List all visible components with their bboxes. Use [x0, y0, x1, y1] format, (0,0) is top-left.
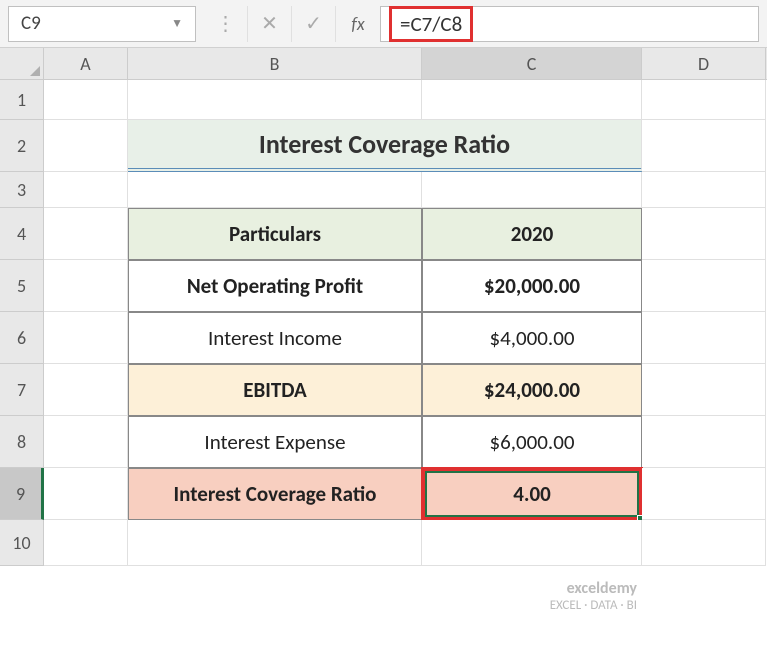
- col-header-b[interactable]: B: [128, 48, 422, 79]
- row-2: 2 Interest Coverage Ratio: [0, 120, 767, 172]
- cancel-icon[interactable]: ✕: [248, 6, 292, 42]
- col-header-c[interactable]: C: [422, 48, 642, 79]
- formula-bar: C9 ▼ ⋮ ✕ ✓ fx =C7/C8: [0, 0, 767, 48]
- cell-d4[interactable]: [642, 208, 766, 260]
- row-header-6[interactable]: 6: [0, 312, 44, 364]
- cell-a3[interactable]: [44, 172, 128, 208]
- cell-a5[interactable]: [44, 260, 128, 312]
- cell-d10[interactable]: [642, 520, 766, 566]
- label-interest-income[interactable]: Interest Income: [128, 312, 422, 364]
- column-headers: A B C D: [0, 48, 767, 80]
- cell-d9[interactable]: [642, 468, 766, 520]
- cell-d5[interactable]: [642, 260, 766, 312]
- cell-c9-selected[interactable]: 4.00: [422, 468, 642, 520]
- cell-b1[interactable]: [128, 80, 422, 120]
- value-net-operating-profit[interactable]: $20,000.00: [422, 260, 642, 312]
- row-header-3[interactable]: 3: [0, 172, 44, 208]
- chevron-down-icon[interactable]: ▼: [171, 16, 183, 31]
- cell-d1[interactable]: [642, 80, 766, 120]
- select-all-corner[interactable]: [0, 48, 44, 79]
- value-icr: 4.00: [513, 481, 551, 507]
- watermark: exceldemy EXCEL · DATA · BI: [550, 579, 637, 614]
- cell-a2[interactable]: [44, 120, 128, 172]
- cell-a6[interactable]: [44, 312, 128, 364]
- cell-a8[interactable]: [44, 416, 128, 468]
- row-7: 7 EBITDA $24,000.00: [0, 364, 767, 416]
- row-header-7[interactable]: 7: [0, 364, 44, 416]
- name-box-value: C9: [21, 12, 41, 35]
- cell-d6[interactable]: [642, 312, 766, 364]
- value-ebitda[interactable]: $24,000.00: [422, 364, 642, 416]
- row-header-9[interactable]: 9: [0, 468, 44, 520]
- fx-label[interactable]: fx: [336, 13, 380, 35]
- row-1: 1: [0, 80, 767, 120]
- row-header-1[interactable]: 1: [0, 80, 44, 120]
- cell-a10[interactable]: [44, 520, 128, 566]
- watermark-brand: exceldemy: [550, 579, 637, 598]
- row-header-10[interactable]: 10: [0, 520, 44, 566]
- row-5: 5 Net Operating Profit $20,000.00: [0, 260, 767, 312]
- cell-b3[interactable]: [128, 172, 422, 208]
- cell-a4[interactable]: [44, 208, 128, 260]
- formula-options-icon[interactable]: ⋮: [204, 6, 248, 42]
- cell-d7[interactable]: [642, 364, 766, 416]
- row-3: 3: [0, 172, 767, 208]
- check-icon[interactable]: ✓: [292, 6, 336, 42]
- row-4: 4 Particulars 2020: [0, 208, 767, 260]
- row-header-5[interactable]: 5: [0, 260, 44, 312]
- name-box[interactable]: C9 ▼: [8, 6, 196, 42]
- row-header-4[interactable]: 4: [0, 208, 44, 260]
- cell-b10[interactable]: [128, 520, 422, 566]
- cell-d2[interactable]: [642, 120, 766, 172]
- row-6: 6 Interest Income $4,000.00: [0, 312, 767, 364]
- formula-input[interactable]: =C7/C8: [380, 6, 759, 42]
- label-interest-expense[interactable]: Interest Expense: [128, 416, 422, 468]
- cell-a9[interactable]: [44, 468, 128, 520]
- label-ebitda[interactable]: EBITDA: [128, 364, 422, 416]
- cell-a1[interactable]: [44, 80, 128, 120]
- title-cell[interactable]: Interest Coverage Ratio: [128, 120, 642, 172]
- col-header-a[interactable]: A: [44, 48, 128, 79]
- label-net-operating-profit[interactable]: Net Operating Profit: [128, 260, 422, 312]
- row-header-8[interactable]: 8: [0, 416, 44, 468]
- value-interest-income[interactable]: $4,000.00: [422, 312, 642, 364]
- cell-c10[interactable]: [422, 520, 642, 566]
- watermark-tag: EXCEL · DATA · BI: [550, 598, 637, 614]
- cell-c3[interactable]: [422, 172, 642, 208]
- cell-c1[interactable]: [422, 80, 642, 120]
- header-year[interactable]: 2020: [422, 208, 642, 260]
- row-header-2[interactable]: 2: [0, 120, 44, 172]
- label-icr[interactable]: Interest Coverage Ratio: [128, 468, 422, 520]
- cell-a7[interactable]: [44, 364, 128, 416]
- formula-text: =C7/C8: [389, 6, 473, 42]
- spreadsheet: A B C D 1 2 Interest Coverage Ratio 3 4: [0, 48, 767, 566]
- col-header-d[interactable]: D: [642, 48, 766, 79]
- value-interest-expense[interactable]: $6,000.00: [422, 416, 642, 468]
- header-particulars[interactable]: Particulars: [128, 208, 422, 260]
- cell-d3[interactable]: [642, 172, 766, 208]
- row-10: 10: [0, 520, 767, 566]
- row-9: 9 Interest Coverage Ratio 4.00: [0, 468, 767, 520]
- row-8: 8 Interest Expense $6,000.00: [0, 416, 767, 468]
- cell-d8[interactable]: [642, 416, 766, 468]
